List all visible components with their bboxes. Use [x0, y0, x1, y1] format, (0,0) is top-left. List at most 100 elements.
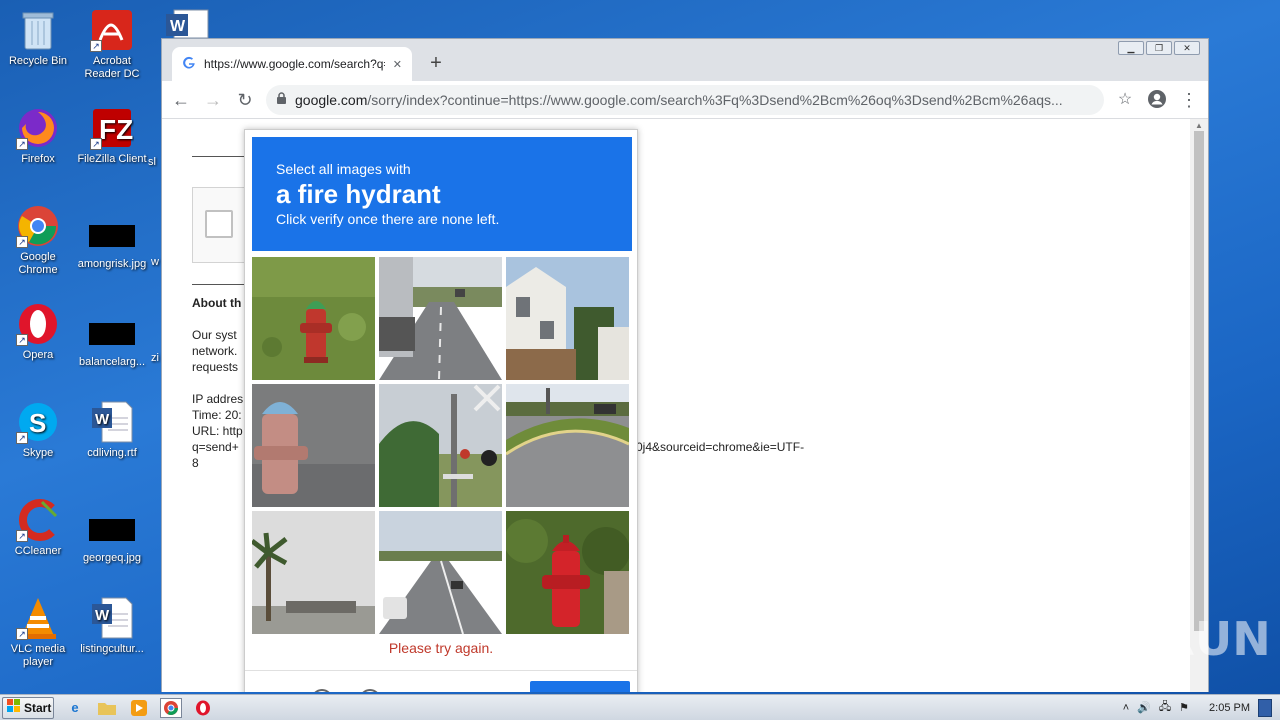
error-message: Please try again.	[388, 640, 494, 656]
audio-challenge-icon[interactable]	[359, 689, 381, 692]
desktop-icon-partial-sl[interactable]: sl	[148, 156, 162, 169]
bookmark-star-icon[interactable]: ☆	[1114, 89, 1136, 111]
vlc-icon: ↗	[16, 596, 60, 640]
captcha-tile-highway-cars[interactable]	[379, 511, 502, 634]
back-arrow-icon[interactable]: ←	[170, 89, 192, 111]
desktop-icon-label: CCleaner	[14, 545, 62, 557]
start-button[interactable]: Start	[2, 696, 54, 719]
instruction-line: Select all images with	[276, 161, 411, 177]
desktop-icon-chrome[interactable]: ↗ Google Chrome	[0, 204, 76, 277]
body-line: network.	[192, 344, 238, 358]
desktop-icon-acrobat[interactable]: ↗ Acrobat Reader DC	[74, 8, 150, 81]
info-line: q=send+	[192, 440, 239, 454]
info-line: 8	[192, 456, 199, 470]
chrome-taskbar-icon[interactable]	[160, 697, 182, 718]
verify-button[interactable]	[530, 681, 630, 692]
desktop-icon-opera[interactable]: ↗ Opera	[0, 302, 76, 362]
opera-taskbar-icon[interactable]	[192, 698, 214, 718]
recaptcha-checkbox-box	[192, 187, 252, 263]
clock[interactable]: 2:05 PM	[1209, 702, 1250, 714]
tray-expand-icon[interactable]: ˄	[1123, 702, 1129, 714]
desktop-icon-listingcultur[interactable]: W listingcultur...	[74, 596, 150, 656]
page-content: About th Our syst network. requests IP a…	[162, 119, 1192, 692]
captcha-tile-palm-tree[interactable]	[252, 511, 375, 634]
restore-button[interactable]: ❐	[1146, 41, 1172, 55]
taskbar: Start e ˄ 🔊 🖧 ⚑ 2:05 PM	[0, 694, 1280, 720]
desktop-icon-skype[interactable]: S ↗ Skype	[0, 400, 76, 460]
desktop-icon-label: VLC media player	[10, 643, 66, 668]
desktop-icon-label: cdliving.rtf	[87, 447, 137, 459]
captcha-tile-red-hydrant-bush[interactable]	[506, 511, 629, 634]
info-line: Time: 20:	[192, 408, 242, 422]
media-player-icon[interactable]	[128, 698, 150, 718]
close-window-button[interactable]: ✕	[1174, 41, 1200, 55]
desktop-icon-georgeq[interactable]: georgeq.jpg	[74, 508, 150, 565]
svg-text:S: S	[29, 408, 46, 438]
desktop-icon-ccleaner[interactable]: ↗ CCleaner	[0, 498, 76, 558]
desktop-icon-vlc[interactable]: ↗ VLC media player	[0, 596, 76, 669]
reload-challenge-icon[interactable]	[311, 689, 333, 692]
desktop-icon-label: Google Chrome	[18, 251, 58, 276]
page-scrollbar[interactable]: ▲	[1190, 119, 1208, 692]
info-line: URL: http	[192, 424, 243, 438]
network-icon[interactable]: 🖧	[1159, 698, 1171, 717]
menu-kebab-icon[interactable]: ⋮	[1178, 89, 1200, 111]
image-grid	[252, 257, 629, 634]
desktop-icon-balancelarg[interactable]: balancelarg...	[74, 312, 150, 369]
captcha-tile-parking-lot-curb[interactable]	[506, 384, 629, 507]
scrollbar-thumb[interactable]	[1194, 131, 1204, 631]
address-bar[interactable]: google.com/sorry/index?continue=https://…	[266, 84, 1104, 115]
desktop-icon-filezilla[interactable]: FZ ↗ FileZilla Client	[74, 106, 150, 166]
browser-toolbar: ← → ↻ google.com/sorry/index?continue=ht…	[162, 81, 1208, 119]
minimize-button[interactable]: ▁	[1118, 41, 1144, 55]
shortcut-arrow-icon: ↗	[16, 236, 28, 248]
captcha-tile-white-house[interactable]	[506, 257, 629, 380]
desktop-icon-label: georgeq.jpg	[82, 552, 142, 564]
tab-close-icon[interactable]: ✕	[393, 58, 402, 71]
explorer-folder-icon[interactable]	[96, 698, 118, 718]
volume-icon[interactable]: 🔊	[1137, 701, 1151, 714]
profile-avatar-icon[interactable]	[1146, 89, 1168, 111]
captcha-tile-highway-truck[interactable]	[379, 257, 502, 380]
image-file-icon	[89, 323, 135, 345]
shortcut-arrow-icon: ↗	[16, 138, 28, 150]
svg-text:W: W	[170, 18, 186, 35]
desktop-icon-label: amongrisk.jpg	[77, 258, 147, 270]
captcha-tile-hydrant-closeup[interactable]	[252, 384, 375, 507]
captcha-tile-hydrant-on-grass[interactable]	[252, 257, 375, 380]
desktop-icon-label: Opera	[22, 349, 54, 361]
recaptcha-checkbox[interactable]	[205, 210, 233, 238]
chrome-icon: ↗	[16, 204, 60, 248]
desktop-icon-label: Skype	[22, 447, 54, 459]
action-center-flag-icon[interactable]: ⚑	[1179, 701, 1189, 714]
body-line: requests	[192, 360, 239, 374]
captcha-tile-railroad-crossing[interactable]	[379, 384, 502, 507]
firefox-icon: ↗	[16, 106, 60, 150]
desktop-icon-recycle-bin[interactable]: Recycle Bin	[0, 8, 76, 68]
desktop-icon-label: listingcultur...	[80, 643, 144, 655]
ccleaner-icon: ↗	[16, 498, 60, 542]
shortcut-arrow-icon: ↗	[90, 40, 102, 52]
desktop-icon-cdliving[interactable]: W cdliving.rtf	[74, 400, 150, 460]
show-desktop-button[interactable]	[1258, 698, 1272, 717]
word-doc-icon[interactable]: W	[164, 8, 210, 39]
word-doc-icon: W	[90, 400, 134, 444]
forward-arrow-icon[interactable]: →	[202, 89, 224, 111]
desktop-icon-firefox[interactable]: ↗ Firefox	[0, 106, 76, 166]
new-tab-button[interactable]: +	[424, 52, 448, 75]
window-controls: ▁ ❐ ✕	[1118, 41, 1200, 55]
reload-icon[interactable]: ↻	[234, 89, 256, 111]
url-tail-text: 0j4&sourceid=chrome&ie=UTF-	[636, 440, 805, 454]
svg-text:FZ: FZ	[99, 114, 133, 145]
shortcut-arrow-icon: ↗	[16, 628, 28, 640]
about-heading: About th	[192, 296, 242, 310]
challenge-target: a fire hydrant	[276, 179, 441, 209]
ie-icon[interactable]: e	[64, 698, 86, 718]
challenge-footer	[245, 670, 637, 692]
system-tray: ˄ 🔊 🖧 ⚑ 2:05 PM	[1123, 698, 1280, 717]
image-file-icon	[89, 519, 135, 541]
scroll-up-arrow-icon[interactable]: ▲	[1195, 121, 1203, 130]
shortcut-arrow-icon: ↗	[16, 432, 28, 444]
desktop-icon-amongrisk[interactable]: amongrisk.jpg	[74, 214, 150, 271]
browser-tab[interactable]: https://www.google.com/search?q= ✕	[172, 47, 412, 81]
